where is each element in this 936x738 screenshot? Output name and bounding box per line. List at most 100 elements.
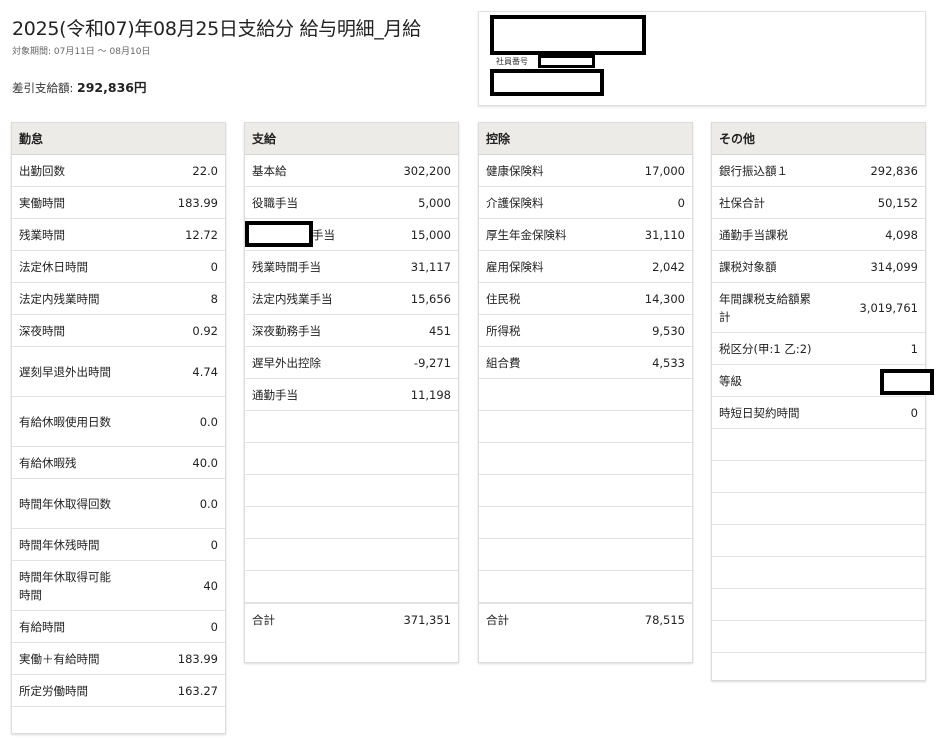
deduction-value: 14,300 — [644, 291, 685, 306]
other-row: 時短日契約時間 0 — [712, 397, 925, 429]
attendance-header: 勤怠 — [12, 123, 225, 155]
attendance-value: 8 — [210, 291, 218, 306]
payment-value: 15,000 — [410, 227, 451, 242]
attendance-value: 12.72 — [185, 227, 218, 242]
deduction-value: 0 — [677, 195, 685, 210]
redacted-employee-id — [538, 55, 595, 68]
payment-row: 遅早外出控除 -9,271 — [245, 347, 458, 379]
redacted-employee-name — [490, 15, 646, 55]
net-pay-value: 292,836円 — [77, 80, 147, 95]
deduction-row: 住民税 14,300 — [479, 283, 692, 315]
deduction-value: 2,042 — [652, 259, 685, 274]
payments-total-value: 371,351 — [403, 612, 451, 627]
attendance-value: 40.0 — [192, 455, 218, 470]
redacted-allowance-name — [245, 221, 313, 247]
empty-row — [479, 443, 692, 475]
empty-row — [245, 475, 458, 507]
attendance-label: 法定休日時間 — [19, 259, 88, 274]
attendance-value: 183.99 — [177, 195, 218, 210]
empty-row — [479, 571, 692, 603]
other-label: 年間課税支給額累計 — [719, 291, 811, 324]
deduction-label: 介護保険料 — [486, 195, 544, 210]
attendance-value: 0 — [210, 619, 218, 634]
empty-row — [245, 443, 458, 475]
deduction-label: 雇用保険料 — [486, 259, 544, 274]
other-value: 3,019,761 — [859, 300, 918, 315]
attendance-label: 時間年休残時間 — [19, 537, 100, 552]
attendance-row: 残業時間 12.72 — [12, 219, 225, 251]
deduction-row: 組合費 4,533 — [479, 347, 692, 379]
empty-row — [712, 461, 925, 493]
other-row: 通勤手当課税 4,098 — [712, 219, 925, 251]
attendance-label: 時間年休取得回数 — [19, 496, 111, 511]
payment-row: 基本給 302,200 — [245, 155, 458, 187]
empty-row — [479, 475, 692, 507]
deductions-total-value: 78,515 — [644, 612, 685, 627]
other-value: 0 — [910, 405, 918, 420]
other-panel: その他 銀行振込額１ 292,836 社保合計 50,152 通勤手当課税 4,098… — [711, 122, 934, 681]
payment-row: 残業時間手当 31,117 — [245, 251, 458, 283]
attendance-value: 4.74 — [192, 364, 218, 379]
deduction-label: 厚生年金保険料 — [486, 227, 567, 242]
payment-label: 役職手当 — [252, 195, 298, 210]
payment-label: 深夜勤務手当 — [252, 323, 321, 338]
attendance-row: 時間年休残時間 0 — [12, 529, 225, 561]
other-label: 課税対象額 — [719, 259, 777, 274]
payments-total-row: 合計 371,351 — [245, 603, 458, 635]
payments-header: 支給 — [245, 123, 458, 155]
empty-row — [712, 621, 925, 653]
deduction-label: 住民税 — [486, 291, 521, 306]
attendance-label: 実働時間 — [19, 195, 65, 210]
deduction-value: 4,533 — [652, 355, 685, 370]
net-pay: 差引支給額: 292,836円 — [12, 77, 146, 96]
payment-value: 451 — [429, 323, 451, 338]
other-row: 課税対象額 314,099 — [712, 251, 925, 283]
attendance-label: 遅刻早退外出時間 — [19, 364, 111, 379]
attendance-row: 有給休暇残 40.0 — [12, 447, 225, 479]
payment-label: 法定内残業手当 — [252, 291, 333, 306]
payment-label: 遅早外出控除 — [252, 355, 321, 370]
other-row: 年間課税支給額累計 3,019,761 — [712, 283, 925, 333]
deductions-total-row: 合計 78,515 — [479, 603, 692, 635]
other-label: 社保合計 — [719, 195, 765, 210]
other-header: その他 — [712, 123, 925, 155]
other-value: 292,836 — [870, 163, 918, 178]
attendance-value: 0.0 — [199, 496, 218, 511]
attendance-label: 時間年休取得可能時間 — [19, 569, 111, 602]
other-value: 314,099 — [870, 259, 918, 274]
attendance-row: 所定労働時間 163.27 — [12, 675, 225, 707]
attendance-label: 残業時間 — [19, 227, 65, 242]
deduction-row: 介護保険料 0 — [479, 187, 692, 219]
payment-row: 手当 15,000 — [245, 219, 458, 251]
attendance-label: 実働＋有給時間 — [19, 651, 100, 666]
other-value: 1 — [910, 341, 918, 356]
empty-row — [712, 493, 925, 525]
empty-row — [245, 571, 458, 603]
other-row: 等級 — [712, 365, 934, 397]
attendance-value: 183.99 — [177, 651, 218, 666]
attendance-row: 時間年休取得可能時間 40 — [12, 561, 225, 611]
other-label: 等級 — [719, 373, 742, 388]
employee-id-label: 社員番号 — [496, 57, 528, 66]
deductions-total-label: 合計 — [486, 612, 509, 627]
empty-row — [245, 539, 458, 571]
payment-value: 11,198 — [410, 387, 451, 402]
attendance-label: 有給休暇使用日数 — [19, 414, 111, 429]
deduction-label: 健康保険料 — [486, 163, 544, 178]
attendance-value: 0 — [210, 537, 218, 552]
attendance-label: 所定労働時間 — [19, 683, 88, 698]
employee-card: 社員番号 — [478, 11, 926, 106]
deduction-row: 所得税 9,530 — [479, 315, 692, 347]
net-pay-label: 差引支給額: — [12, 81, 74, 95]
attendance-label: 有給休暇残 — [19, 455, 77, 470]
payment-label: 基本給 — [252, 163, 287, 178]
attendance-value: 40 — [203, 578, 218, 593]
empty-row — [245, 411, 458, 443]
other-label: 税区分(甲:1 乙:2) — [719, 341, 812, 356]
redacted-grade-value — [880, 369, 934, 395]
empty-row — [479, 379, 692, 411]
other-value: 4,098 — [885, 227, 918, 242]
other-row: 銀行振込額１ 292,836 — [712, 155, 925, 187]
attendance-row: 実働時間 183.99 — [12, 187, 225, 219]
attendance-row: 出勤回数 22.0 — [12, 155, 225, 187]
